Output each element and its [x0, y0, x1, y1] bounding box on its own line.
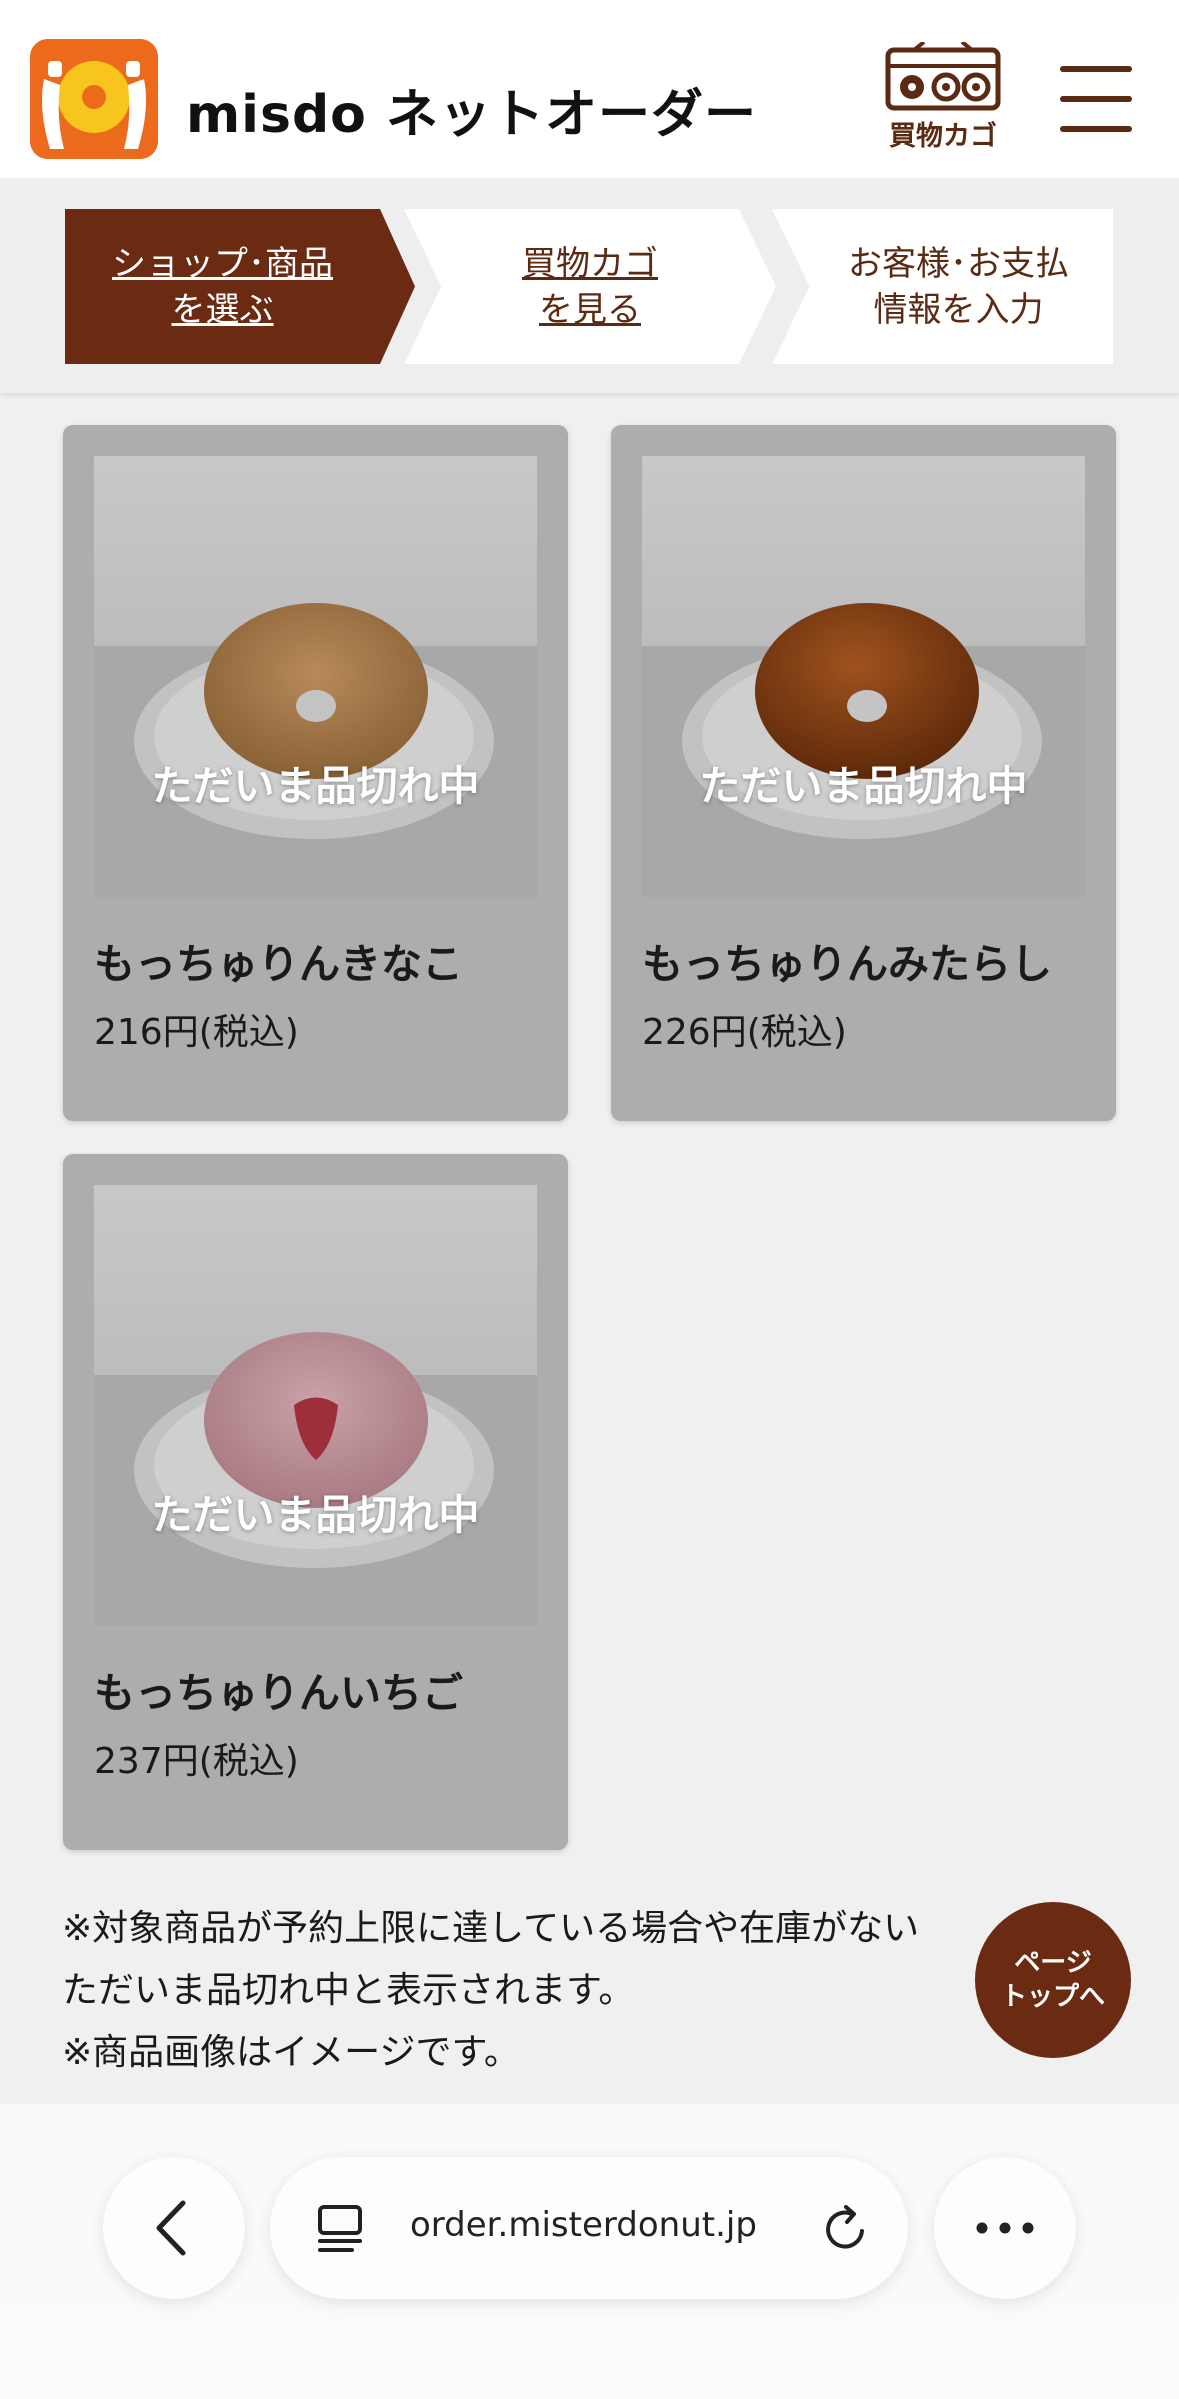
cart-button[interactable]: 買物カゴ — [884, 40, 1002, 152]
soldout-label: ただいま品切れ中 — [699, 762, 1028, 810]
step-view-cart[interactable]: 買物カゴ を見る — [404, 209, 776, 364]
url-text: order.misterdonut.jp — [410, 2205, 757, 2245]
step-customer-info: お客様･お支払 情報を入力 — [772, 209, 1113, 364]
step-2-line2: を見る — [539, 289, 641, 330]
page-top-line1: ページ — [1014, 1948, 1092, 1978]
product-image: ただいま品切れ中 — [94, 456, 537, 897]
step-select-shop[interactable]: ショップ･商品 を選ぶ — [65, 209, 415, 364]
cart-label: 買物カゴ — [889, 121, 997, 152]
product-card[interactable]: ただいま品切れ中 もっちゅりんいちご 237円(税込) — [63, 1154, 568, 1850]
step-3-line2: 情報を入力 — [873, 289, 1044, 330]
notes: ※対象商品が予約上限に達している場合や在庫がない ただいま品切れ中と表示されます… — [62, 1898, 1122, 2084]
brand-title: misdo ネットオーダー — [186, 85, 758, 145]
page-top-button[interactable]: ページ トップへ — [975, 1902, 1131, 2058]
soldout-label: ただいま品切れ中 — [151, 1491, 480, 1539]
product-name: もっちゅりんきなこ — [94, 940, 463, 988]
product-price: 226円(税込) — [642, 1012, 847, 1053]
site-header: misdo ネットオーダー 買物カゴ — [0, 0, 1179, 178]
step-2-line1: 買物カゴ — [522, 243, 658, 284]
step-1-line1: ショップ･商品 — [112, 243, 333, 284]
address-bar[interactable]: order.misterdonut.jp — [270, 2157, 908, 2299]
note-line: ただいま品切れ中と表示されます。 — [62, 1970, 635, 2011]
product-name: もっちゅりんいちご — [94, 1669, 463, 1717]
more-dots-icon — [976, 2222, 1034, 2234]
reload-icon — [826, 2205, 864, 2249]
product-image: ただいま品切れ中 — [642, 456, 1085, 897]
product-card[interactable]: ただいま品切れ中 もっちゅりんみたらし 226円(税込) — [611, 425, 1116, 1121]
page-top-line2: トップへ — [1000, 1982, 1105, 2012]
product-price: 237円(税込) — [94, 1741, 299, 1782]
page: misdo ネットオーダー 買物カゴ ショップ･商品 を選ぶ 買物カゴ を見る … — [0, 0, 1179, 2399]
note-line: ※対象商品が予約上限に達している場合や在庫がない — [62, 1908, 920, 1949]
product-image: ただいま品切れ中 — [94, 1185, 537, 1626]
note-line: ※商品画像はイメージです。 — [62, 2032, 520, 2073]
radio-cart-icon — [885, 40, 1001, 111]
chevron-left-icon — [156, 2200, 186, 2256]
product-name: もっちゅりんみたらし — [642, 940, 1052, 988]
hamburger-menu-icon[interactable] — [1058, 64, 1134, 134]
tabs-icon — [318, 2205, 362, 2252]
step-1-line2: を選ぶ — [171, 289, 274, 330]
misdo-logo-icon[interactable] — [30, 39, 158, 159]
step-3-line1: お客様･お支払 — [848, 243, 1069, 284]
soldout-label: ただいま品切れ中 — [151, 762, 480, 810]
browser-more-button[interactable] — [934, 2157, 1076, 2299]
product-price: 216円(税込) — [94, 1012, 299, 1053]
product-card[interactable]: ただいま品切れ中 もっちゅりんきなこ 216円(税込) — [63, 425, 568, 1121]
browser-back-button[interactable] — [103, 2157, 245, 2299]
